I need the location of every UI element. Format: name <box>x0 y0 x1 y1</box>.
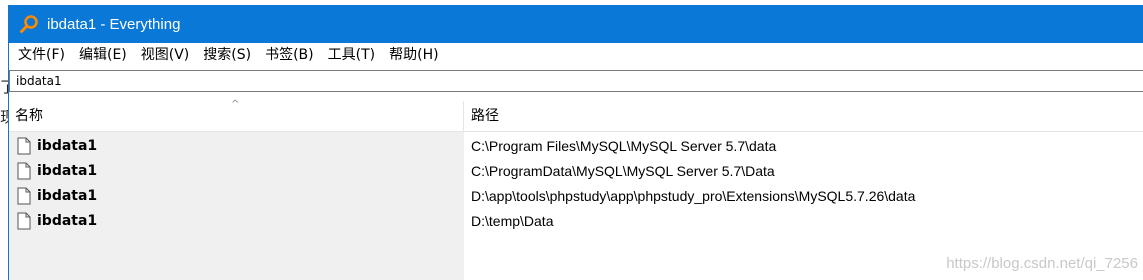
result-path: D:\temp\Data <box>471 213 554 229</box>
window-title: ibdata1 - Everything <box>47 15 181 33</box>
result-row[interactable]: ibdata1 C:\ProgramData\MySQL\MySQL Serve… <box>9 159 1143 184</box>
column-header-name[interactable]: 名称 <box>15 101 43 131</box>
menu-bookmarks[interactable]: 书签(B) <box>258 44 321 66</box>
title-bar[interactable]: ibdata1 - Everything <box>9 5 1143 43</box>
menu-file[interactable]: 文件(F) <box>11 44 72 66</box>
search-input[interactable] <box>16 74 1143 88</box>
result-name: ibdata1 <box>37 163 98 179</box>
file-icon <box>17 137 31 155</box>
column-header-path[interactable]: 路径 <box>471 101 499 131</box>
result-path: D:\app\tools\phpstudy\app\phpstudy_pro\E… <box>471 188 916 204</box>
results-header: 名称 ^ 路径 <box>9 99 1143 132</box>
sort-ascending-icon: ^ <box>231 99 240 110</box>
file-icon <box>17 162 31 180</box>
watermark-text: https://blog.csdn.net/qi_7256 <box>946 255 1138 272</box>
menu-search[interactable]: 搜索(S) <box>196 44 258 66</box>
menu-tools[interactable]: 工具(T) <box>321 44 382 66</box>
menu-view[interactable]: 视图(V) <box>134 44 197 66</box>
column-divider[interactable] <box>463 101 464 131</box>
menu-help[interactable]: 帮助(H) <box>382 44 445 66</box>
result-path: C:\Program Files\MySQL\MySQL Server 5.7\… <box>471 138 777 154</box>
result-name: ibdata1 <box>37 138 98 154</box>
result-name: ibdata1 <box>37 213 98 229</box>
result-path: C:\ProgramData\MySQL\MySQL Server 5.7\Da… <box>471 163 775 179</box>
file-icon <box>17 187 31 205</box>
search-box <box>9 70 1143 92</box>
result-name: ibdata1 <box>37 188 98 204</box>
everything-window: ibdata1 - Everything 文件(F) 编辑(E) 视图(V) 搜… <box>8 5 1143 280</box>
file-icon <box>17 212 31 230</box>
result-row[interactable]: ibdata1 D:\app\tools\phpstudy\app\phpstu… <box>9 184 1143 209</box>
magnifier-app-icon <box>20 15 38 33</box>
results-list: ibdata1 C:\Program Files\MySQL\MySQL Ser… <box>9 132 1143 280</box>
result-row[interactable]: ibdata1 D:\temp\Data <box>9 209 1143 234</box>
result-row[interactable]: ibdata1 C:\Program Files\MySQL\MySQL Ser… <box>9 134 1143 159</box>
menu-edit[interactable]: 编辑(E) <box>72 44 134 66</box>
menu-bar: 文件(F) 编辑(E) 视图(V) 搜索(S) 书签(B) 工具(T) 帮助(H… <box>9 43 1143 67</box>
